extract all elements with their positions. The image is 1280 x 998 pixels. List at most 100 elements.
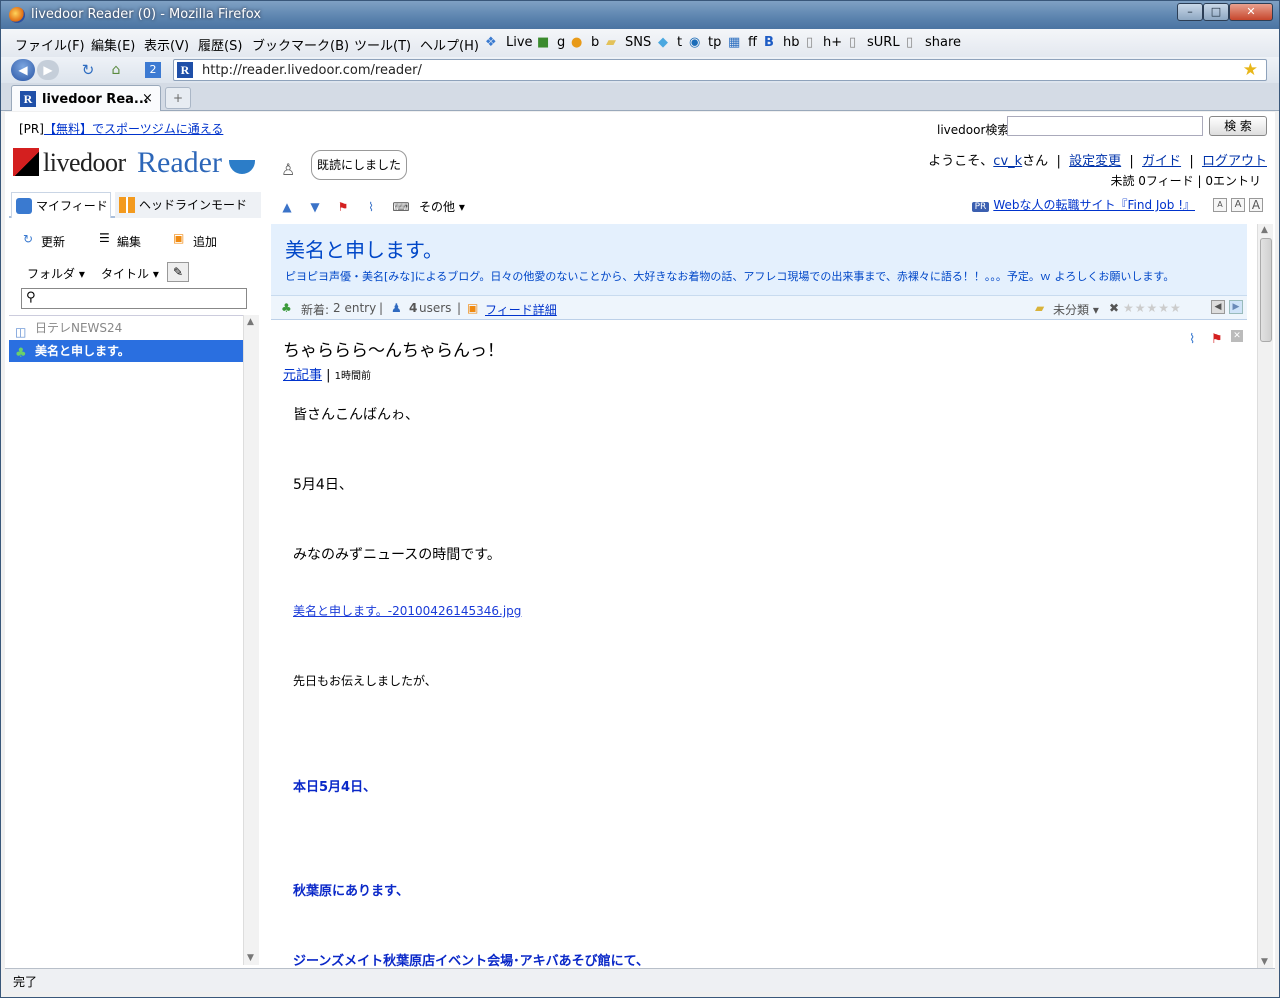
settings-link[interactable]: 設定変更 <box>1069 154 1121 169</box>
subscription-item-selected[interactable]: ♣ 美名と申します。 <box>9 340 243 362</box>
source-link[interactable]: 元記事 <box>283 368 322 383</box>
livedoor-search-input[interactable] <box>1007 116 1203 136</box>
next-entry-button[interactable]: ▼ <box>303 196 327 218</box>
category-folder-icon: ▰ <box>1035 301 1045 315</box>
reload-icon[interactable]: ↻ <box>77 60 99 80</box>
add-button[interactable]: 追加 <box>193 233 217 250</box>
addon-icon[interactable]: 2 <box>145 62 161 78</box>
url-bar[interactable]: R http://reader.livedoor.com/reader/ ★ <box>173 59 1267 81</box>
subscription-item[interactable]: ◫ 日テレNEWS24 <box>9 317 243 339</box>
entry-time: 1時間前 <box>334 371 372 382</box>
refresh-button[interactable]: 更新 <box>41 233 65 250</box>
bookmark-star-icon[interactable]: ★ <box>1243 60 1258 80</box>
pr-ad-link[interactable]: Webな人の転職サイト『Find Job !』 <box>993 198 1195 212</box>
sidebar-tabs: マイフィード ヘッドラインモード <box>9 192 261 218</box>
sidebar-scrollbar[interactable]: ▲ ▼ <box>243 315 259 965</box>
scroll-up-icon[interactable]: ▲ <box>247 317 254 327</box>
maximize-button[interactable]: □ <box>1203 3 1229 21</box>
tab-close-icon[interactable]: × <box>142 91 153 106</box>
status-bar: 完了 <box>5 968 1275 992</box>
font-size-medium[interactable]: A <box>1231 198 1245 212</box>
rating-stars[interactable]: ★★★★★ <box>1123 301 1182 315</box>
logo-text: livedoor <box>43 148 126 177</box>
bookmark-ff[interactable]: ff <box>748 35 757 50</box>
clip-icon[interactable]: ⌇ <box>1189 332 1195 347</box>
search-icon: ⚲ <box>26 290 36 305</box>
bookmark-share[interactable]: share <box>925 35 961 50</box>
clip-icon[interactable]: ⌇ <box>359 196 383 218</box>
search-button[interactable]: 検 索 <box>1209 116 1267 136</box>
menu-edit[interactable]: 編集(E) <box>91 35 135 54</box>
guide-link[interactable]: ガイド <box>1142 154 1181 169</box>
entry-image-link[interactable]: 美名と申します。-20100426145346.jpg <box>293 604 521 618</box>
pr-link[interactable]: 【無料】でスポーツジムに通える <box>44 122 223 136</box>
hatena-icon: B <box>764 35 774 50</box>
memo-icon[interactable]: ✎ <box>167 262 189 282</box>
feed-title[interactable]: 美名と申します。 <box>285 234 443 263</box>
bookmark-tp[interactable]: tp <box>708 35 721 50</box>
sort-dropdown[interactable]: タイトル ▾ <box>101 265 159 282</box>
scroll-down-icon[interactable]: ▼ <box>1261 957 1268 967</box>
menu-bookmarks[interactable]: ブックマーク(B) <box>252 35 349 54</box>
bookmark-surl[interactable]: sURL <box>867 35 900 50</box>
entry-title[interactable]: ちゃららら〜んちゃらんっ！ <box>283 336 504 361</box>
feed-search-input[interactable]: ⚲ <box>21 288 247 309</box>
other-menu[interactable]: その他 ▾ <box>419 198 465 215</box>
scrollbar-thumb[interactable] <box>1260 238 1272 342</box>
font-size-small[interactable]: A <box>1213 198 1227 212</box>
entry-image-link-wrap: 美名と申します。-20100426145346.jpg <box>293 602 521 619</box>
edit-button[interactable]: 編集 <box>117 233 141 250</box>
pr-prefix: [PR] <box>19 122 44 136</box>
subscription-label: 美名と申します。 <box>35 344 130 358</box>
pin-icon[interactable]: ⚑ <box>331 196 355 218</box>
rss-icon: ▣ <box>467 301 479 315</box>
home-icon[interactable]: ⌂ <box>105 60 127 80</box>
bookmark-sns[interactable]: SNS <box>625 35 651 50</box>
menu-file[interactable]: ファイル(F) <box>15 35 85 54</box>
back-button[interactable]: ◀ <box>11 59 35 81</box>
bookmark-b[interactable]: b <box>591 35 599 50</box>
status-text: 完了 <box>13 975 38 989</box>
entry-scrollbar[interactable]: ▲ ▼ <box>1257 224 1273 968</box>
bookmark-hplus[interactable]: h+ <box>823 35 842 50</box>
category-dropdown[interactable]: 未分類 ▾ <box>1053 301 1099 318</box>
pr-ad: PR Webな人の転職サイト『Find Job !』 <box>971 196 1195 213</box>
url-text[interactable]: http://reader.livedoor.com/reader/ <box>202 63 422 78</box>
entry: ちゃららら〜んちゃらんっ！ ⌇ ⚑ ✕ 元記事 | 1時間前 皆さんこんばんゎ、… <box>271 322 1247 968</box>
bookmark-hb[interactable]: hb <box>783 35 800 50</box>
pin-icon[interactable]: ⚑ <box>1211 332 1223 347</box>
bookmark-live[interactable]: Live <box>506 35 533 50</box>
next-feed-button[interactable]: ▶ <box>1229 300 1243 314</box>
forward-button[interactable]: ▶ <box>37 60 59 80</box>
bookmark-t[interactable]: t <box>677 35 682 50</box>
scroll-up-icon[interactable]: ▲ <box>1261 225 1268 235</box>
font-size-large[interactable]: A <box>1249 198 1263 212</box>
users-icon: ♟ <box>391 301 402 315</box>
minimize-button[interactable]: – <box>1177 3 1203 21</box>
keyboard-icon[interactable]: ⌨ <box>389 196 413 218</box>
close-button[interactable]: ✕ <box>1229 3 1273 21</box>
windows-live-icon: ❖ <box>485 35 497 50</box>
user-link[interactable]: cv_k <box>993 154 1022 169</box>
bookmark-g[interactable]: g <box>557 35 565 50</box>
friendfeed-icon: ▦ <box>728 35 741 50</box>
rate-clear-icon[interactable]: ✖ <box>1109 301 1119 315</box>
tab-headline-mode[interactable]: ヘッドラインモード <box>115 192 261 218</box>
folder-dropdown[interactable]: フォルダ ▾ <box>27 265 85 282</box>
prev-entry-button[interactable]: ▲ <box>275 196 299 218</box>
feed-description: ピヨピヨ声優・美名[みな]によるブログ。日々の他愛のないことから、大好きなお着物… <box>285 270 1175 283</box>
new-tab-button[interactable]: + <box>165 87 191 109</box>
new-label: 新着: <box>301 303 330 317</box>
menu-tools[interactable]: ツール(T) <box>354 35 411 54</box>
tab-livedoor-reader[interactable]: R livedoor Rea... × <box>11 85 161 111</box>
tab-my-feed[interactable]: マイフィード <box>11 192 111 218</box>
menu-view[interactable]: 表示(V) <box>144 35 189 54</box>
menu-history[interactable]: 履歴(S) <box>198 35 242 54</box>
logout-link[interactable]: ログアウト <box>1202 154 1267 169</box>
close-entry-icon[interactable]: ✕ <box>1231 330 1243 342</box>
scroll-down-icon[interactable]: ▼ <box>247 953 254 963</box>
prev-feed-button[interactable]: ◀ <box>1211 300 1225 314</box>
entry-paragraph: 本日5月4日、 <box>293 780 377 795</box>
feed-detail-link[interactable]: フィード詳細 <box>485 301 557 318</box>
menu-help[interactable]: ヘルプ(H) <box>420 35 479 54</box>
